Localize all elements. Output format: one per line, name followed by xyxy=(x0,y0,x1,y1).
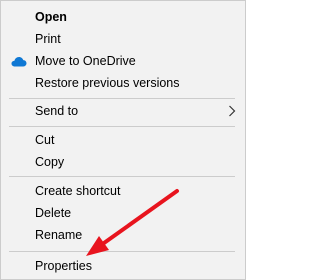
menu-item-move-to-onedrive[interactable]: Move to OneDrive xyxy=(1,50,245,72)
context-menu: Open Print Move to OneDrive Restore prev… xyxy=(0,0,246,280)
menu-item-cut[interactable]: Cut xyxy=(1,129,245,151)
menu-item-restore-previous-versions[interactable]: Restore previous versions xyxy=(1,72,245,94)
menu-separator xyxy=(9,126,235,127)
menu-item-print[interactable]: Print xyxy=(1,28,245,50)
menu-item-delete[interactable]: Delete xyxy=(1,202,245,224)
menu-item-open[interactable]: Open xyxy=(1,6,245,28)
menu-item-rename-label: Rename xyxy=(35,228,83,242)
menu-item-properties-label: Properties xyxy=(35,259,92,273)
menu-item-rename[interactable]: Rename xyxy=(1,224,245,246)
menu-separator xyxy=(9,176,235,177)
menu-item-delete-label: Delete xyxy=(35,206,72,220)
menu-item-create-shortcut-label: Create shortcut xyxy=(35,184,121,198)
menu-item-send-to-label: Send to xyxy=(35,104,79,118)
menu-item-restore-previous-versions-label: Restore previous versions xyxy=(35,76,180,90)
onedrive-cloud-icon xyxy=(11,57,27,67)
menu-item-properties[interactable]: Properties xyxy=(1,255,245,277)
menu-item-open-label: Open xyxy=(35,10,67,24)
menu-separator xyxy=(9,98,235,99)
menu-item-send-to[interactable]: Send to xyxy=(1,100,245,122)
menu-item-copy[interactable]: Copy xyxy=(1,151,245,173)
menu-separator xyxy=(9,251,235,252)
menu-item-move-to-onedrive-label: Move to OneDrive xyxy=(35,54,136,68)
menu-item-create-shortcut[interactable]: Create shortcut xyxy=(1,180,245,202)
menu-item-print-label: Print xyxy=(35,32,61,46)
menu-item-cut-label: Cut xyxy=(35,133,55,147)
chevron-right-icon xyxy=(229,105,236,117)
menu-item-copy-label: Copy xyxy=(35,155,65,169)
